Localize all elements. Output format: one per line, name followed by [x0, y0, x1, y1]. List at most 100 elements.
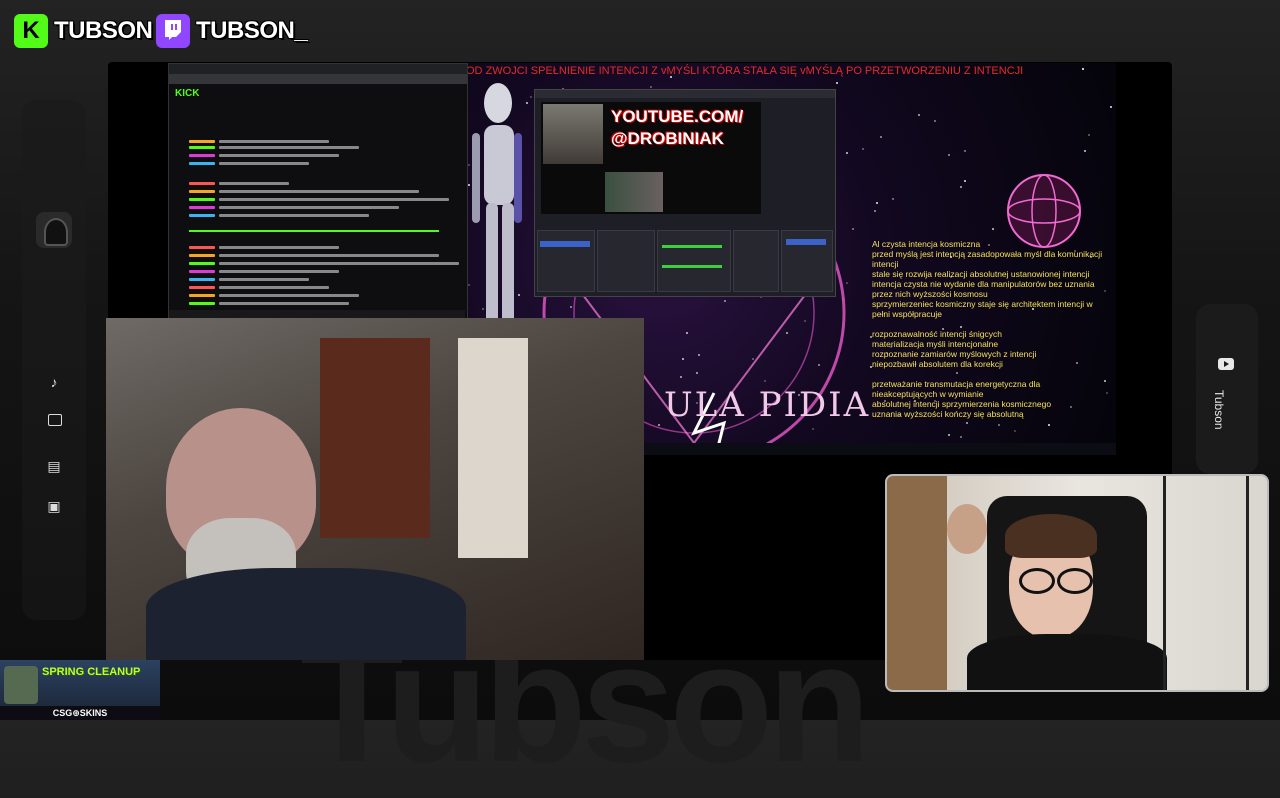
- browser-chat-window: KICK: [168, 63, 468, 321]
- star: [1110, 106, 1112, 108]
- orb-graphic: [1007, 174, 1081, 248]
- chat-username[interactable]: [189, 214, 215, 217]
- cabinet-background: [887, 476, 947, 690]
- chat-username[interactable]: [189, 140, 215, 143]
- chat-username[interactable]: [189, 262, 215, 265]
- chat-username[interactable]: [189, 146, 215, 149]
- start-streaming-button[interactable]: [786, 239, 826, 245]
- star: [1014, 430, 1016, 432]
- intention-text-line: przez nich wyższości kosmosu: [872, 289, 988, 299]
- left-sidebar: ♪ ▤ ▣: [22, 100, 86, 620]
- chat-message: [219, 294, 359, 297]
- obs-scenes-dock[interactable]: [537, 230, 595, 292]
- wardrobe-background: [320, 338, 430, 538]
- chat-message: [219, 182, 289, 185]
- right-social-panel[interactable]: Tubson: [1196, 304, 1258, 474]
- intention-text-line: Al czysta intencja kosmiczna: [872, 239, 981, 249]
- chat-message: [219, 270, 339, 273]
- star: [874, 210, 876, 212]
- youtube-icon: [1218, 358, 1234, 370]
- chat-message: [219, 286, 329, 289]
- door-background: [458, 338, 528, 558]
- chat-username[interactable]: [189, 270, 215, 273]
- chat-message: [219, 198, 449, 201]
- star: [1106, 392, 1108, 394]
- intention-text-line: sprzymierzeniec kosmiczny staje się arch…: [872, 299, 1093, 309]
- kick-badge[interactable]: K TUBSON: [14, 14, 153, 48]
- intention-text-line: uznania wyższości kończy się absolutną: [872, 409, 1024, 419]
- star: [964, 180, 966, 182]
- chat-username[interactable]: [189, 286, 215, 289]
- intention-text-line: niepozbawił absolutem dla korekcji: [872, 359, 1003, 369]
- sponsor-footer: CSG⊕SKINS: [0, 706, 160, 720]
- kick-logo-icon: K: [14, 14, 48, 48]
- chat-username[interactable]: [189, 198, 215, 201]
- intention-text-line: rozpoznanie zamiarów myślowych z intencj…: [872, 349, 1037, 359]
- star: [998, 424, 1000, 426]
- obs-transitions-dock[interactable]: [733, 230, 779, 292]
- chat-message: [219, 206, 399, 209]
- chat-username[interactable]: [189, 246, 215, 249]
- avatar-icon[interactable]: [36, 212, 72, 248]
- video-play-icon[interactable]: [48, 414, 62, 426]
- star: [876, 202, 878, 204]
- star: [1104, 380, 1106, 382]
- youtube-banner: YOUTUBE.COM/ @DROBINIAK: [611, 106, 743, 150]
- new-messages-divider: [189, 230, 439, 232]
- star: [956, 372, 958, 374]
- chat-username[interactable]: [189, 302, 215, 305]
- star: [650, 86, 652, 88]
- sponsor-character: [4, 666, 38, 704]
- twitch-username: TUBSON_: [196, 17, 308, 44]
- sponsor-banner[interactable]: SPRING CLEANUP CSG⊕SKINS: [0, 660, 160, 720]
- chat-username[interactable]: [189, 190, 215, 193]
- obs-controls-dock[interactable]: [781, 230, 833, 292]
- chat-message: [219, 246, 339, 249]
- clapperboard-icon[interactable]: ▤: [44, 456, 64, 476]
- chat-username[interactable]: [189, 154, 215, 157]
- music-note-icon[interactable]: ♪: [44, 372, 64, 392]
- obs-mixer-dock[interactable]: [657, 230, 731, 292]
- star: [988, 244, 990, 246]
- chat-username[interactable]: [189, 278, 215, 281]
- chat-message: [219, 146, 359, 149]
- star: [1070, 406, 1072, 408]
- youtube-banner-line2: @DROBINIAK: [611, 129, 724, 148]
- chat-username[interactable]: [189, 254, 215, 257]
- preview-thumbnail: [605, 172, 663, 212]
- shelf-background: [1163, 476, 1249, 690]
- star: [934, 120, 936, 122]
- star: [948, 154, 950, 156]
- glasses-left: [1019, 568, 1055, 594]
- browser-address-bar[interactable]: [169, 74, 467, 84]
- twitch-badge[interactable]: TUBSON_: [156, 14, 308, 48]
- intention-text-line: intencji: [872, 259, 899, 269]
- chat-username[interactable]: [189, 294, 215, 297]
- chat-message: [219, 154, 339, 157]
- star: [918, 114, 920, 116]
- preview-webcam: [543, 104, 603, 164]
- star: [1076, 362, 1078, 364]
- obs-preview: YOUTUBE.COM/ @DROBINIAK: [541, 102, 761, 214]
- chat-username[interactable]: [189, 162, 215, 165]
- chat-username[interactable]: [189, 206, 215, 209]
- star: [960, 436, 962, 438]
- intention-text-line: materializacja myśli intencjonalne: [872, 339, 999, 349]
- chat-message: [219, 302, 349, 305]
- star: [964, 150, 966, 152]
- obs-sources-dock[interactable]: [597, 230, 655, 292]
- star: [960, 326, 962, 328]
- chat-username[interactable]: [189, 182, 215, 185]
- image-icon[interactable]: ▣: [44, 496, 64, 516]
- star: [948, 434, 950, 436]
- star: [1082, 68, 1084, 70]
- browser-tabs[interactable]: [169, 64, 467, 74]
- intention-text-line: intencja czysta nie wydanie dla manipula…: [872, 279, 1095, 289]
- chat-message: [219, 278, 309, 281]
- star: [966, 422, 968, 424]
- intention-text-line: pełni współpracuje: [872, 309, 942, 319]
- sponsor-headline: SPRING CLEANUP: [42, 666, 141, 678]
- chat-message: [219, 140, 329, 143]
- guest-webcam: [106, 318, 644, 660]
- star: [1088, 134, 1090, 136]
